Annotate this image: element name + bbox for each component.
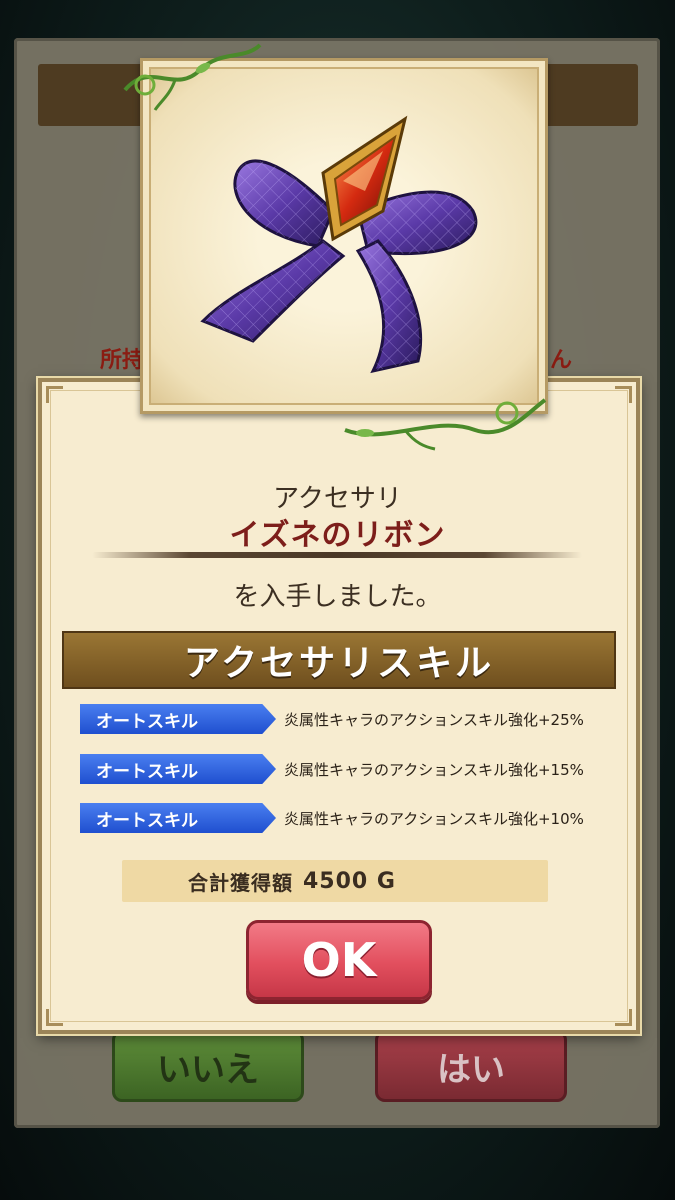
auto-skill-tag: オートスキル — [80, 704, 276, 734]
total-earnings-box: 合計獲得額 4500 G — [122, 860, 548, 902]
yes-button: はい — [375, 1030, 567, 1102]
divider — [92, 552, 582, 558]
total-value: 4500 G — [303, 868, 396, 894]
skill-description: 炎属性キャラのアクションスキル強化+10% — [284, 810, 584, 828]
total-label: 合計獲得額 — [188, 870, 293, 895]
corner-ornament — [615, 1009, 632, 1026]
no-button: いいえ — [112, 1030, 304, 1102]
background-owned-label: 所持 — [100, 348, 145, 373]
auto-skill-tag: オートスキル — [80, 803, 276, 833]
skill-description: 炎属性キャラのアクションスキル強化+25% — [284, 711, 584, 729]
corner-ornament — [46, 1009, 63, 1026]
skill-row: オートスキル 炎属性キャラのアクションスキル強化+15% — [80, 754, 600, 784]
ok-button[interactable]: OK — [246, 920, 432, 1000]
accessory-skill-header: アクセサリスキル — [62, 631, 616, 689]
corner-ornament — [615, 386, 632, 403]
obtained-message: を入手しました。 — [233, 582, 442, 612]
vine-ornament-top-left — [123, 43, 262, 111]
background-partial-text: ん — [550, 348, 573, 373]
skill-row: オートスキル 炎属性キャラのアクションスキル強化+25% — [80, 704, 600, 734]
auto-skill-tag: オートスキル — [80, 754, 276, 784]
corner-ornament — [46, 386, 63, 403]
vine-ornament-bottom-right — [344, 398, 547, 451]
item-name: イズネのリボン — [229, 518, 446, 553]
skill-description: 炎属性キャラのアクションスキル強化+15% — [284, 761, 584, 779]
skill-row: オートスキル 炎属性キャラのアクションスキル強化+10% — [80, 803, 600, 833]
